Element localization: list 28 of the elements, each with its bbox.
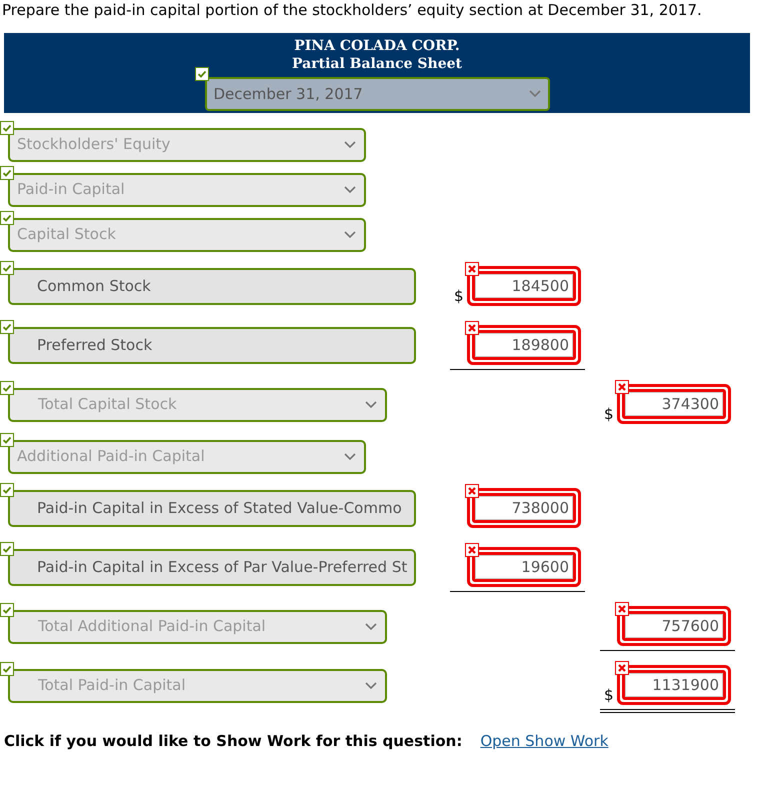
text-field[interactable]: Common Stock bbox=[8, 268, 416, 305]
text-field[interactable]: Paid-in Capital in Excess of Stated Value-Commo bbox=[8, 490, 416, 527]
date-dropdown[interactable]: December 31, 2017 bbox=[204, 77, 550, 111]
chevron-icon bbox=[344, 140, 356, 148]
show-work-prompt: Click if you would like to Show Work for this question: bbox=[4, 731, 462, 752]
statement-title: Partial Balance Sheet bbox=[292, 55, 462, 73]
currency-sign: $ bbox=[454, 286, 465, 304]
text-field[interactable]: Preferred Stock bbox=[8, 327, 416, 364]
chevron-icon bbox=[365, 400, 377, 408]
currency-sign: $ bbox=[604, 686, 615, 704]
chevron-icon bbox=[365, 682, 377, 690]
amount-field[interactable]: 184500 bbox=[467, 266, 581, 306]
currency-sign: $ bbox=[604, 404, 615, 422]
chevron-icon bbox=[365, 622, 377, 630]
amount-field[interactable]: 738000 bbox=[467, 488, 581, 528]
show-work-link[interactable]: Open Show Work bbox=[480, 730, 608, 752]
chevron-icon bbox=[344, 230, 356, 238]
amount-field[interactable]: 757600 bbox=[617, 606, 731, 646]
amount-field[interactable]: 374300 bbox=[617, 384, 731, 424]
amount-field[interactable]: 1131900 bbox=[617, 664, 731, 704]
company-name: PINA COLADA CORP. bbox=[294, 37, 460, 55]
amount-field[interactable]: 189800 bbox=[467, 324, 581, 364]
amount-field[interactable]: 19600 bbox=[467, 546, 581, 586]
chevron-icon bbox=[344, 186, 356, 194]
chevron-icon bbox=[344, 452, 356, 460]
text-field[interactable]: Paid-in Capital in Excess of Par Value-Preferred St bbox=[8, 549, 416, 586]
question-text: Prepare the paid-in capital portion of the stockholders’ equity section at December 31, 2017. bbox=[1, 0, 703, 21]
chevron-icon bbox=[528, 90, 540, 98]
